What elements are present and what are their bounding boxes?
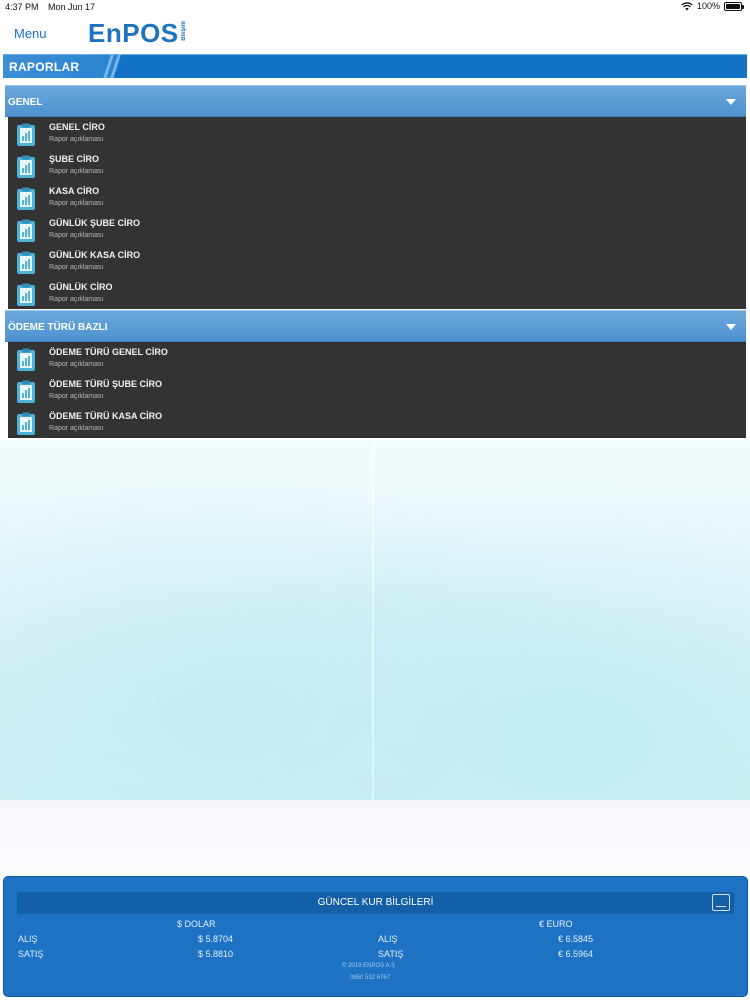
report-title: ÖDEME TÜRÜ ŞUBE CİRO [49, 379, 163, 389]
report-item-sube-ciro[interactable]: ŞUBE CİRO Rapor açıklaması [8, 149, 746, 181]
report-description: Rapor açıklaması [49, 425, 104, 432]
euro-sell-value: € 6.5964 [558, 949, 594, 959]
report-item-gunluk-kasa-ciro[interactable]: GÜNLÜK KASA CİRO Rapor açıklaması [8, 245, 746, 277]
menu-button[interactable]: Menu [14, 26, 47, 41]
report-clipboard-icon [17, 380, 35, 403]
report-description: Rapor açıklaması [49, 296, 104, 303]
status-time: 4:37 PM [5, 2, 39, 12]
status-bar: 4:37 PM Mon Jun 17 100% [0, 0, 750, 16]
exchange-rate-panel: GÜNCEL KUR BİLGİLERİ $ DOLAR € EURO ALIŞ… [3, 876, 748, 997]
dollar-buy-label: ALIŞ [18, 934, 38, 944]
report-item-gunluk-sube-ciro[interactable]: GÜNLÜK ŞUBE CİRO Rapor açıklaması [8, 213, 746, 245]
section-label: GENEL [8, 97, 43, 108]
battery-icon [724, 1, 744, 11]
report-title: GENEL CİRO [49, 122, 105, 132]
minimize-icon[interactable] [712, 894, 730, 911]
report-clipboard-icon [17, 348, 35, 371]
report-clipboard-icon [17, 155, 35, 178]
nav-bar: Menu EnPOS Bilişim [0, 16, 750, 52]
phone-text: 0850 532 6767 [350, 975, 391, 981]
report-item-gunluk-ciro[interactable]: GÜNLÜK CİRO Rapor açıklaması [8, 277, 746, 309]
dollar-sell-label: SATIŞ [18, 949, 44, 959]
report-title: ÖDEME TÜRÜ GENEL CİRO [49, 347, 168, 357]
exchange-rate-title: GÜNCEL KUR BİLGİLERİ [317, 897, 434, 908]
exchange-rate-header: GÜNCEL KUR BİLGİLERİ [17, 892, 734, 914]
logo-wordmark: EnPOS [88, 18, 179, 48]
report-list-genel: GENEL CİRO Rapor açıklaması ŞUBE CİRO Ra… [8, 117, 746, 309]
chevron-down-icon [726, 99, 736, 105]
report-item-odeme-kasa-ciro[interactable]: ÖDEME TÜRÜ KASA CİRO Rapor açıklaması [8, 406, 746, 438]
report-item-odeme-genel-ciro[interactable]: ÖDEME TÜRÜ GENEL CİRO Rapor açıklaması [8, 342, 746, 374]
euro-buy-value: € 6.5845 [558, 934, 594, 944]
dollar-header: $ DOLAR [177, 919, 216, 929]
chevron-down-icon [726, 324, 736, 330]
report-title: KASA CİRO [49, 186, 100, 196]
section-label: ÖDEME TÜRÜ BAZLI [8, 322, 108, 333]
report-item-genel-ciro[interactable]: GENEL CİRO Rapor açıklaması [8, 117, 746, 149]
dollar-sell-value: $ 5.8810 [198, 949, 234, 959]
euro-buy-label: ALIŞ [378, 934, 398, 944]
section-header-genel[interactable]: GENEL [5, 85, 746, 117]
background-image [0, 440, 750, 800]
report-description: Rapor açıklaması [49, 136, 104, 143]
dollar-buy-value: $ 5.8704 [198, 934, 234, 944]
report-title: ÖDEME TÜRÜ KASA CİRO [49, 411, 163, 421]
report-clipboard-icon [17, 412, 35, 435]
euro-sell-label: SATIŞ [378, 949, 404, 959]
report-clipboard-icon [17, 187, 35, 210]
report-item-kasa-ciro[interactable]: KASA CİRO Rapor açıklaması [8, 181, 746, 213]
report-title: ŞUBE CİRO [49, 154, 100, 164]
copyright-text: © 2019 ENPOS A.Ş [342, 963, 396, 969]
wifi-icon [681, 1, 693, 10]
page-title: RAPORLAR [9, 60, 80, 74]
report-title: GÜNLÜK CİRO [49, 282, 113, 292]
status-right: 100% [681, 1, 744, 11]
report-description: Rapor açıklaması [49, 200, 104, 207]
report-clipboard-icon [17, 251, 35, 274]
report-clipboard-icon [17, 123, 35, 146]
report-description: Rapor açıklaması [49, 361, 104, 368]
report-clipboard-icon [17, 219, 35, 242]
report-clipboard-icon [17, 283, 35, 306]
report-description: Rapor açıklaması [49, 168, 104, 175]
report-item-odeme-sube-ciro[interactable]: ÖDEME TÜRÜ ŞUBE CİRO Rapor açıklaması [8, 374, 746, 406]
report-title: GÜNLÜK KASA CİRO [49, 250, 141, 260]
report-title: GÜNLÜK ŞUBE CİRO [49, 218, 141, 228]
report-description: Rapor açıklaması [49, 393, 104, 400]
status-date: Mon Jun 17 [48, 2, 96, 12]
section-header-odeme-turu[interactable]: ÖDEME TÜRÜ BAZLI [5, 310, 746, 342]
report-description: Rapor açıklaması [49, 232, 104, 239]
background-lower [0, 800, 750, 875]
page-header: RAPORLAR [3, 54, 747, 78]
euro-header: € EURO [539, 919, 573, 929]
battery-percent: 100% [696, 1, 720, 11]
report-list-odeme-turu: ÖDEME TÜRÜ GENEL CİRO Rapor açıklaması Ö… [8, 342, 746, 438]
logo-tagline: Bilişim [180, 21, 187, 41]
report-description: Rapor açıklaması [49, 264, 104, 271]
enpos-logo: EnPOS Bilişim [88, 18, 187, 48]
